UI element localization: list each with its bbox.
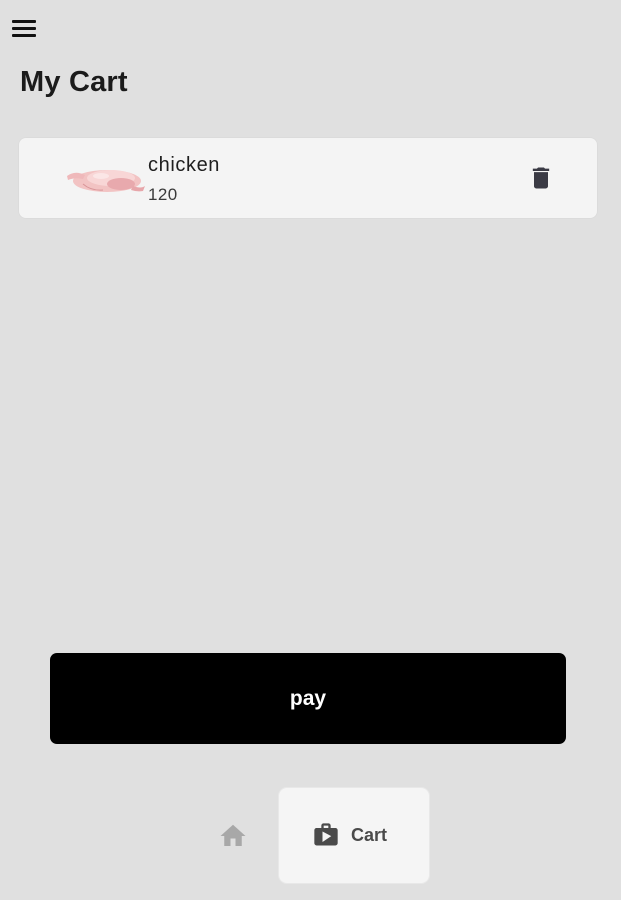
- page-title: My Cart: [20, 66, 128, 98]
- nav-home-button[interactable]: [218, 821, 248, 851]
- shopping-bag-icon: [314, 823, 338, 846]
- menu-button[interactable]: [12, 20, 36, 38]
- nav-cart-label: Cart: [351, 825, 388, 845]
- nav-cart-button[interactable]: Cart: [279, 788, 429, 883]
- pay-button[interactable]: pay: [50, 653, 566, 744]
- delete-item-button[interactable]: [527, 164, 555, 192]
- trash-icon: [532, 167, 550, 189]
- raw-chicken-image: [67, 170, 145, 192]
- item-name: chicken: [148, 154, 221, 176]
- hamburger-menu-icon: [12, 20, 36, 23]
- home-icon: [220, 824, 246, 846]
- item-price: 120: [148, 185, 178, 204]
- cart-item[interactable]: chicken 120: [19, 138, 597, 218]
